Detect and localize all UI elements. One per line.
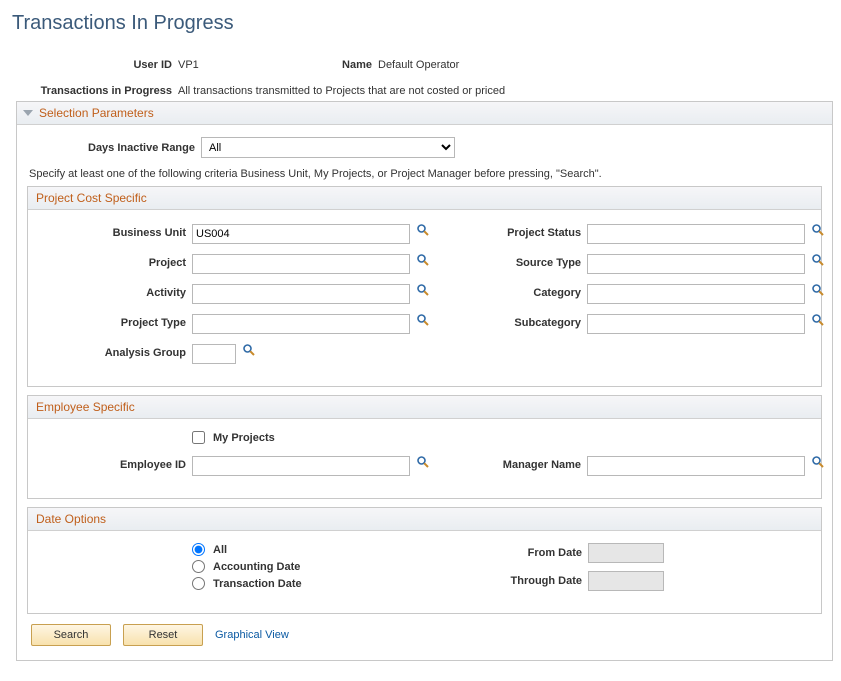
lookup-icon[interactable] xyxy=(810,282,826,298)
my-projects-checkbox[interactable] xyxy=(192,431,205,444)
project-type-label: Project Type xyxy=(38,317,186,329)
project-cost-title: Project Cost Specific xyxy=(36,191,147,205)
lookup-icon[interactable] xyxy=(415,222,431,238)
analysis-group-label: Analysis Group xyxy=(38,347,186,359)
business-unit-input[interactable] xyxy=(192,224,410,244)
source-type-label: Source Type xyxy=(461,257,581,269)
days-inactive-label: Days Inactive Range xyxy=(27,142,195,154)
project-status-input[interactable] xyxy=(587,224,805,244)
manager-name-input[interactable] xyxy=(587,456,805,476)
user-id-label: User ID xyxy=(4,59,172,71)
date-accounting-label: Accounting Date xyxy=(213,561,300,573)
date-options-header: Date Options xyxy=(28,508,821,531)
selection-parameters-section: Selection Parameters Days Inactive Range… xyxy=(16,101,833,661)
project-type-input[interactable] xyxy=(192,314,410,334)
transactions-in-progress-page: Transactions In Progress User ID VP1 Nam… xyxy=(0,0,841,681)
name-value: Default Operator xyxy=(372,59,459,71)
my-projects-label: My Projects xyxy=(213,432,275,444)
tip-label: Transactions in Progress xyxy=(4,85,172,97)
subcategory-label: Subcategory xyxy=(461,317,581,329)
through-date-input xyxy=(588,571,664,591)
activity-input[interactable] xyxy=(192,284,410,304)
analysis-group-input[interactable] xyxy=(192,344,236,364)
selection-parameters-title: Selection Parameters xyxy=(39,106,154,120)
lookup-icon[interactable] xyxy=(810,454,826,470)
date-all-radio[interactable] xyxy=(192,543,205,556)
subcategory-input[interactable] xyxy=(587,314,805,334)
employee-id-label: Employee ID xyxy=(38,459,186,471)
project-status-label: Project Status xyxy=(461,227,581,239)
lookup-icon[interactable] xyxy=(415,252,431,268)
employee-id-input[interactable] xyxy=(192,456,410,476)
reset-button[interactable]: Reset xyxy=(123,624,203,646)
date-options-title: Date Options xyxy=(36,512,106,526)
activity-label: Activity xyxy=(38,287,186,299)
employee-title: Employee Specific xyxy=(36,400,135,414)
graphical-view-link[interactable]: Graphical View xyxy=(215,629,289,641)
from-date-input xyxy=(588,543,664,563)
lookup-icon[interactable] xyxy=(415,312,431,328)
category-label: Category xyxy=(461,287,581,299)
lookup-icon[interactable] xyxy=(810,252,826,268)
from-date-label: From Date xyxy=(462,547,582,559)
source-type-input[interactable] xyxy=(587,254,805,274)
lookup-icon[interactable] xyxy=(810,312,826,328)
lookup-icon[interactable] xyxy=(810,222,826,238)
tip-row: Transactions in Progress All transaction… xyxy=(4,85,837,97)
manager-name-label: Manager Name xyxy=(461,459,581,471)
date-all-label: All xyxy=(213,544,227,556)
business-unit-label: Business Unit xyxy=(38,227,186,239)
lookup-icon[interactable] xyxy=(415,282,431,298)
project-cost-section: Project Cost Specific Business Unit xyxy=(27,186,822,387)
date-transaction-label: Transaction Date xyxy=(213,578,302,590)
through-date-label: Through Date xyxy=(462,575,582,587)
selection-parameters-header[interactable]: Selection Parameters xyxy=(17,102,832,125)
employee-header: Employee Specific xyxy=(28,396,821,419)
project-input[interactable] xyxy=(192,254,410,274)
chevron-down-icon xyxy=(23,110,33,116)
tip-desc: All transactions transmitted to Projects… xyxy=(172,85,505,97)
lookup-icon[interactable] xyxy=(241,342,257,358)
name-label: Name xyxy=(332,59,372,71)
employee-section: Employee Specific My Projects Employee I… xyxy=(27,395,822,499)
days-inactive-select[interactable]: All xyxy=(201,137,455,158)
date-options-section: Date Options All Accounting Date xyxy=(27,507,822,614)
selection-instruction: Specify at least one of the following cr… xyxy=(29,168,818,180)
lookup-icon[interactable] xyxy=(415,454,431,470)
page-title: Transactions In Progress xyxy=(12,12,837,35)
category-input[interactable] xyxy=(587,284,805,304)
date-transaction-radio[interactable] xyxy=(192,577,205,590)
user-id-row: User ID VP1 Name Default Operator xyxy=(4,59,837,71)
user-id-value: VP1 xyxy=(172,59,332,71)
date-accounting-radio[interactable] xyxy=(192,560,205,573)
search-button[interactable]: Search xyxy=(31,624,111,646)
project-label: Project xyxy=(38,257,186,269)
project-cost-header: Project Cost Specific xyxy=(28,187,821,210)
